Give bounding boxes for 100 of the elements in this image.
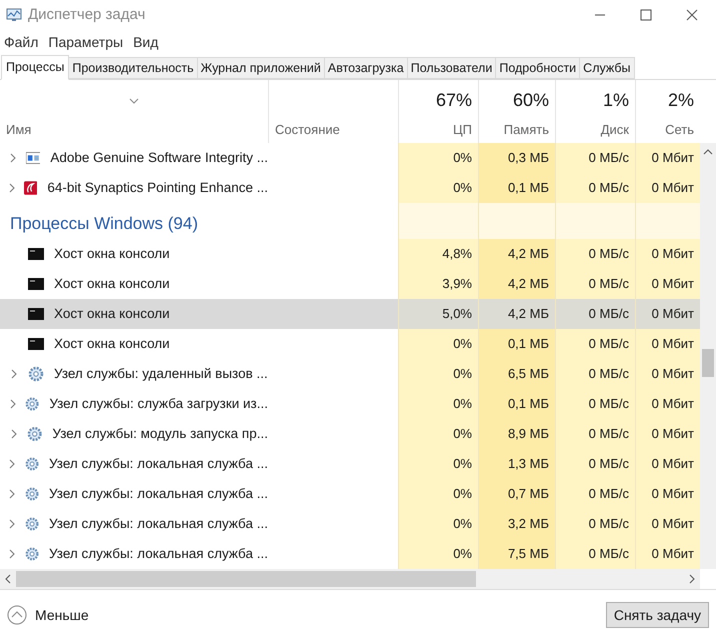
expand-chevron-icon[interactable] (10, 153, 16, 163)
usage-percent: 67% (436, 88, 472, 112)
gear-icon (24, 456, 39, 472)
table-cell: 0 МБ/с (555, 299, 635, 329)
process-name: Узел службы: локальная служба ... (48, 454, 268, 473)
fewer-details-link[interactable]: Меньше (35, 604, 89, 626)
collapse-icon[interactable] (7, 605, 27, 625)
tab[interactable]: Журнал приложений (196, 57, 325, 79)
close-icon[interactable] (686, 9, 698, 21)
menu-item[interactable]: Параметры (48, 32, 124, 53)
maximize-icon[interactable] (640, 9, 652, 21)
process-row[interactable]: Узел службы: локальная служба ... 0% 0,7 МБ 0 МБ/с 0 Мбит (0, 479, 700, 509)
gear-icon (24, 516, 39, 532)
menu-item[interactable]: Вид (133, 32, 158, 53)
usage-percent: 60% (512, 88, 549, 112)
table-cell: 4,8% (398, 239, 478, 269)
expand-chevron-icon[interactable] (10, 399, 16, 409)
expand-chevron-icon[interactable] (11, 369, 17, 379)
process-name: Хост окна консоли (54, 304, 170, 323)
sort-caret-icon (129, 98, 139, 104)
expand-chevron-icon[interactable] (9, 519, 16, 529)
process-name: Узел службы: удаленный вызов ... (54, 364, 268, 383)
process-name: Узел службы: локальная служба ... (48, 514, 268, 533)
table-cell: 0,1 МБ (478, 329, 555, 359)
tab[interactable]: Автозагрузка (324, 57, 408, 79)
table-cell: 7,5 МБ (478, 539, 555, 569)
column-header[interactable]: Состояние (268, 80, 398, 143)
window-icon (26, 150, 40, 166)
process-row[interactable]: Узел службы: локальная служба ... 0% 1,3 МБ 0 МБ/с 0 Мбит (0, 449, 700, 479)
table-cell: 0 МБ/с (555, 269, 635, 299)
table-cell: 0 МБ/с (555, 143, 635, 173)
scroll-left-icon[interactable] (5, 574, 11, 584)
table-cell: 0 МБ/с (555, 329, 635, 359)
expand-chevron-icon[interactable] (8, 183, 15, 193)
tab[interactable]: Производительность (68, 57, 198, 79)
process-row[interactable]: Хост окна консоли 4,8% 4,2 МБ 0 МБ/с 0 Мбит (0, 239, 700, 269)
expand-chevron-icon[interactable] (10, 429, 16, 439)
vertical-scrollbar[interactable] (700, 143, 716, 569)
table-cell: 0% (398, 419, 478, 449)
table-cell: 0 Мбит (635, 269, 700, 299)
window-title: Диспетчер задач (28, 4, 146, 25)
process-row[interactable]: Хост окна консоли 3,9% 4,2 МБ 0 МБ/с 0 Мбит (0, 269, 700, 299)
table-cell: 0% (398, 143, 478, 173)
table-cell: 0 Мбит (635, 479, 700, 509)
table-cell: 0 Мбит (635, 449, 700, 479)
table-cell: 0% (398, 509, 478, 539)
scroll-thumb[interactable] (16, 571, 476, 587)
process-row[interactable]: Узел службы: модуль запуска пр... 0% 8,9 МБ 0 МБ/с 0 Мбит (0, 419, 700, 449)
table-cell: 3,9% (398, 269, 478, 299)
horizontal-scrollbar[interactable] (0, 569, 700, 589)
column-label: Диск (600, 120, 629, 139)
table-cell: 0% (398, 449, 478, 479)
table-cell: 0 Мбит (635, 509, 700, 539)
tab[interactable]: Процессы (1, 55, 70, 80)
scroll-right-icon[interactable] (689, 574, 695, 584)
gear-icon (24, 546, 39, 562)
expand-chevron-icon[interactable] (9, 489, 16, 499)
monitor-icon (6, 8, 22, 22)
process-row[interactable]: 64-bit Synaptics Pointing Enhance ... 0% 0,1 МБ 0 МБ/с 0 Мбит (0, 173, 700, 203)
process-row[interactable]: Узел службы: удаленный вызов ... 0% 6,5 МБ 0 МБ/с 0 Мбит (0, 359, 700, 389)
console-icon (28, 306, 44, 322)
tab[interactable]: Подробности (495, 57, 580, 79)
table-cell: 0% (398, 539, 478, 569)
process-row[interactable]: Хост окна консоли 5,0% 4,2 МБ 0 МБ/с 0 Мбит (0, 299, 700, 329)
process-row[interactable]: Узел службы: локальная служба ... 0% 3,2 МБ 0 МБ/с 0 Мбит (0, 509, 700, 539)
usage-percent: 1% (602, 88, 629, 112)
table-cell: 4,2 МБ (478, 299, 555, 329)
menu-item[interactable]: Файл (4, 32, 38, 53)
console-icon (28, 336, 44, 352)
process-row[interactable]: Хост окна консоли 0% 0,1 МБ 0 МБ/с 0 Мбит (0, 329, 700, 359)
process-name: Узел службы: локальная служба ... (48, 544, 268, 563)
table-cell: 0,3 МБ (478, 143, 555, 173)
table-cell: 0 МБ/с (555, 389, 635, 419)
tab[interactable]: Пользователи (406, 57, 496, 79)
table-cell: 4,2 МБ (478, 239, 555, 269)
table-cell: 0% (398, 329, 478, 359)
gear-icon (28, 366, 44, 382)
table-cell: 0 МБ/с (555, 449, 635, 479)
table-cell: 0 Мбит (635, 359, 700, 389)
column-header[interactable]: Имя (0, 80, 268, 143)
console-icon (28, 246, 44, 262)
process-row[interactable]: Adobe Genuine Software Integrity ... 0% 0,3 МБ 0 МБ/с 0 Мбит (0, 143, 700, 173)
scroll-up-icon[interactable] (703, 149, 713, 155)
process-row[interactable]: Узел службы: локальная служба ... 0% 7,5 МБ 0 МБ/с 0 Мбит (0, 539, 700, 569)
table-cell: 0,1 МБ (478, 173, 555, 203)
column-label: Имя (6, 120, 32, 138)
expand-chevron-icon[interactable] (9, 549, 16, 559)
table-cell: 0 МБ/с (555, 479, 635, 509)
table-cell: 6,5 МБ (478, 359, 555, 389)
gear-icon (27, 426, 42, 442)
process-row[interactable]: Узел службы: служба загрузки из... 0% 0,1 МБ 0 МБ/с 0 Мбит (0, 389, 700, 419)
table-cell: 0% (398, 359, 478, 389)
table-cell: 0 Мбит (635, 539, 700, 569)
tab[interactable]: Службы (579, 57, 635, 79)
end-task-button[interactable]: Снять задачу (606, 602, 709, 628)
process-name: Узел службы: модуль запуска пр... (52, 424, 268, 443)
scroll-thumb[interactable] (702, 349, 714, 377)
table-cell: 0 Мбит (635, 239, 700, 269)
expand-chevron-icon[interactable] (9, 459, 16, 469)
process-name: Adobe Genuine Software Integrity ... (50, 148, 268, 167)
